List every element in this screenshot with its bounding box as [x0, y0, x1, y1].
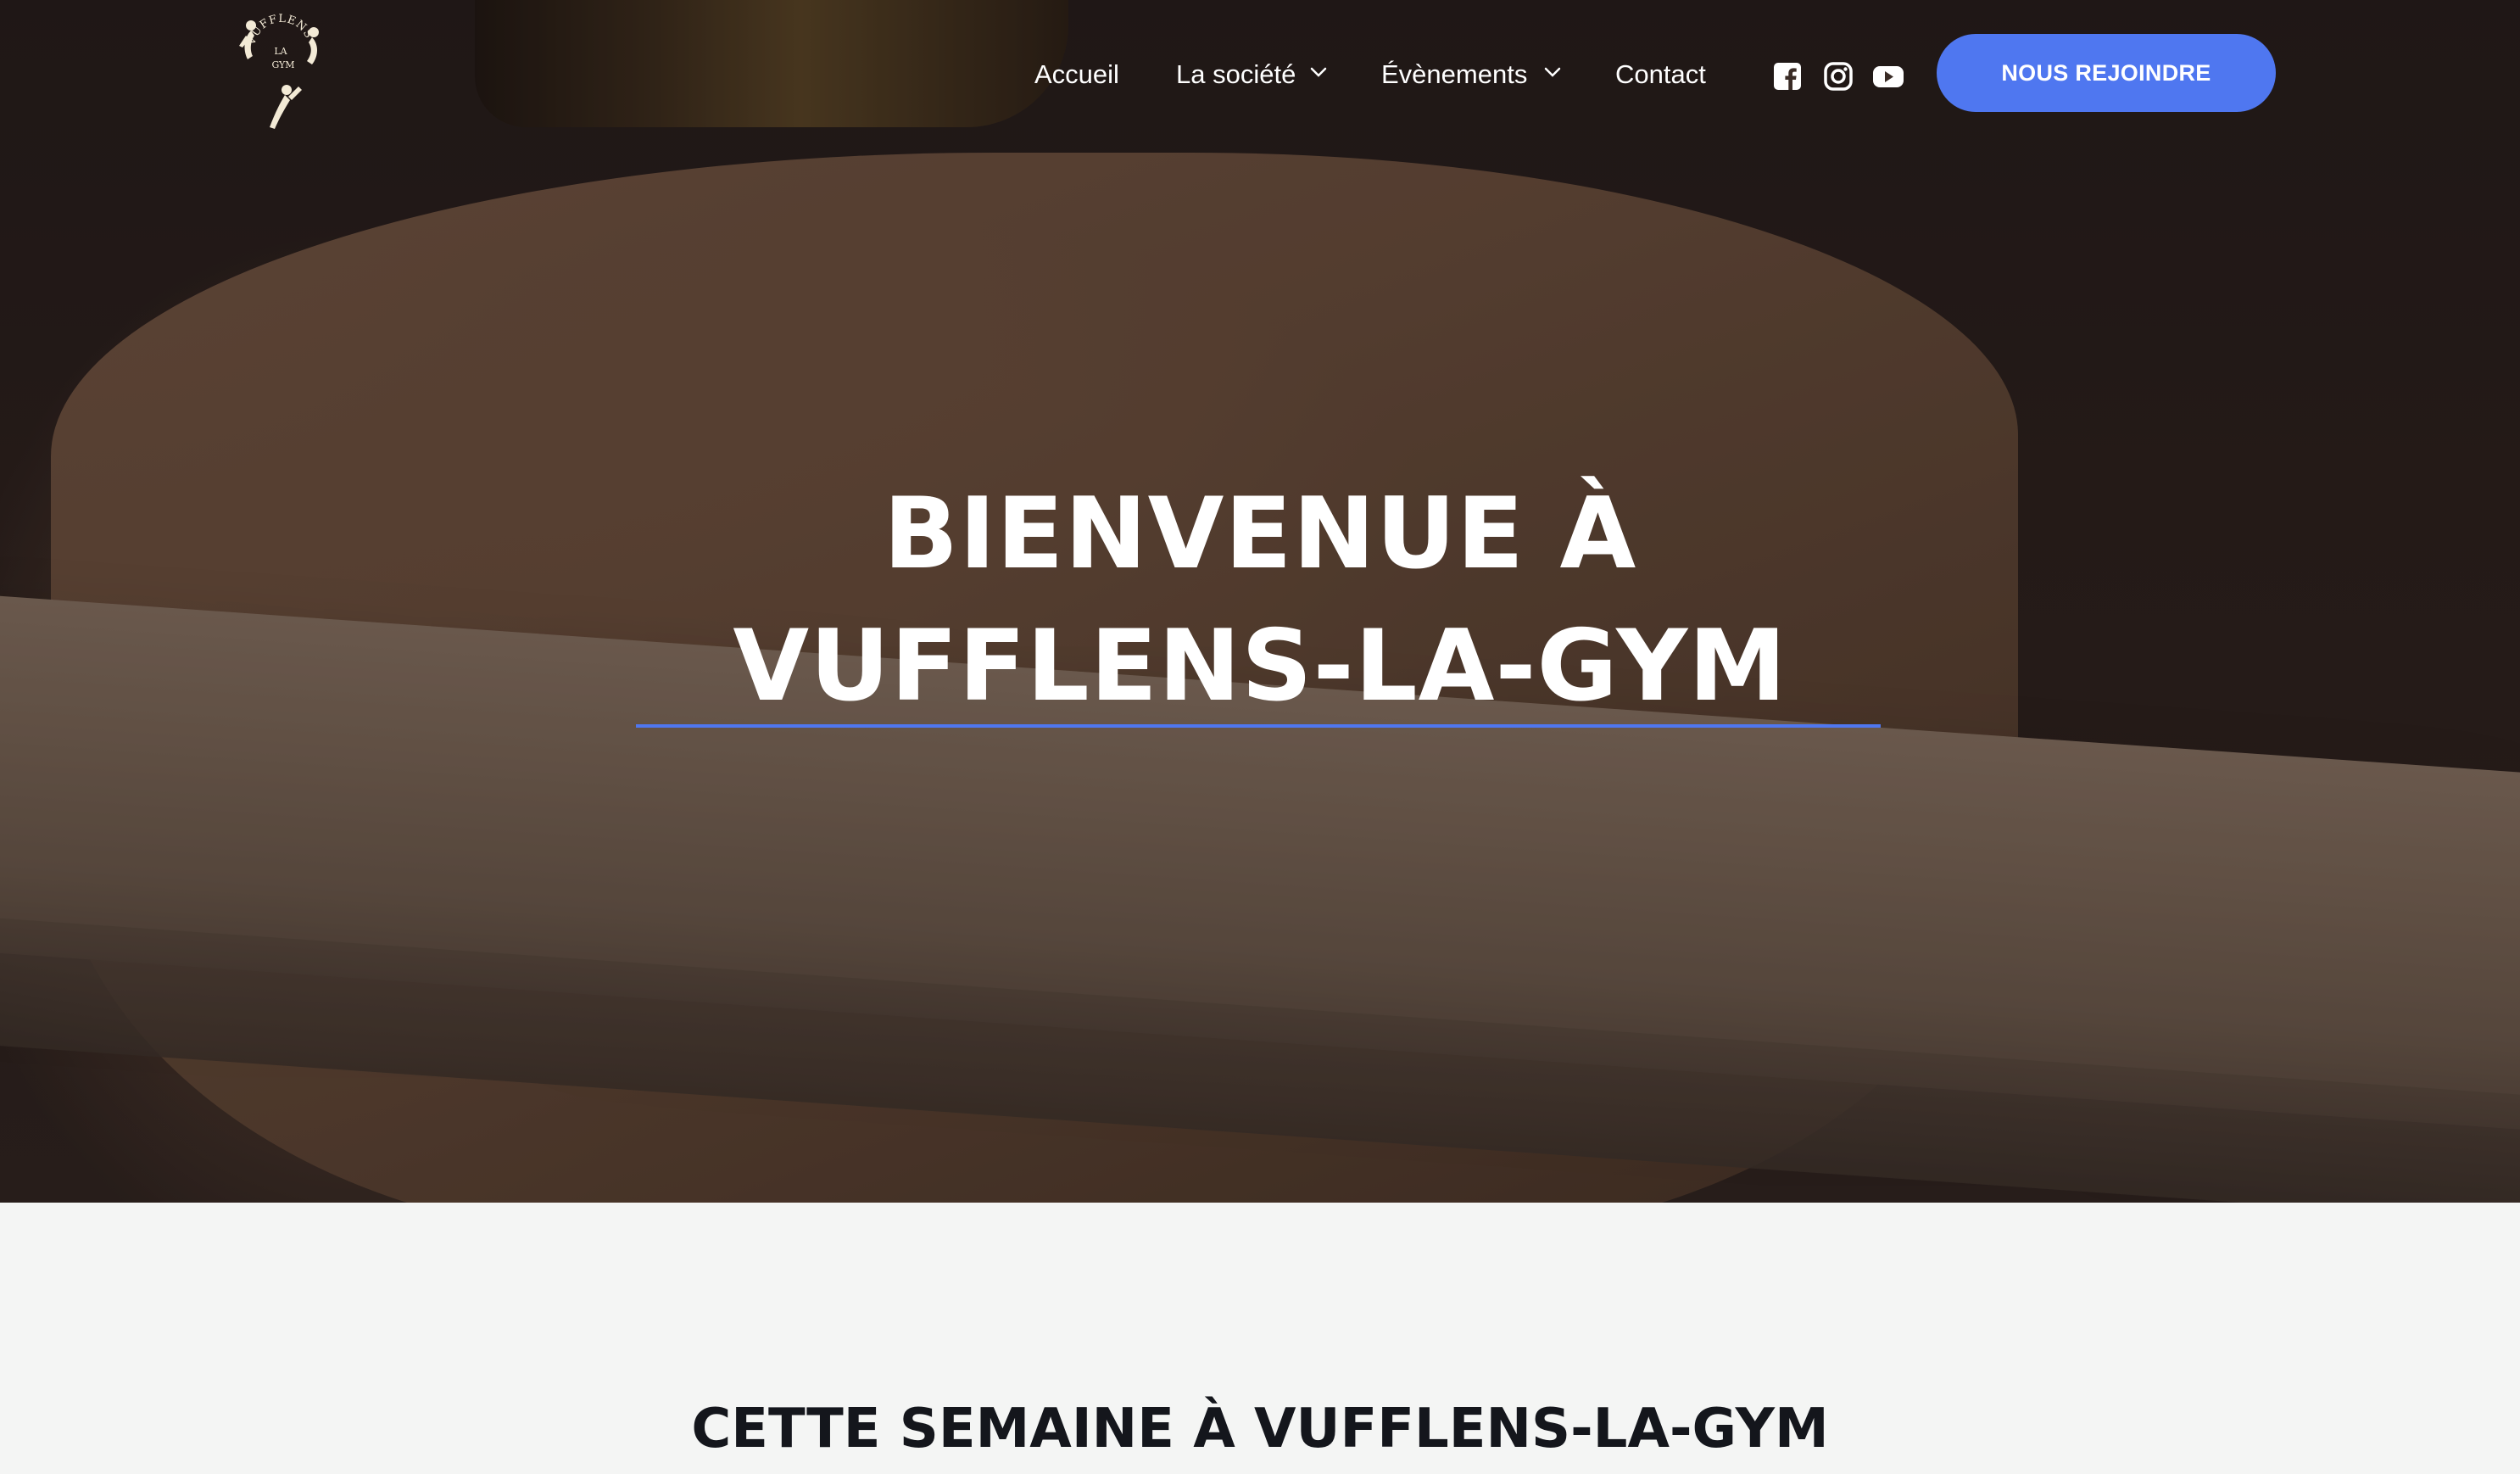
instagram-icon[interactable] [1823, 61, 1854, 92]
hero-section: VUFFLENS LA GYM Accueil La société Évène… [0, 0, 2520, 1203]
youtube-icon[interactable] [1872, 61, 1904, 92]
nav-la-societe[interactable]: La société [1176, 58, 1296, 92]
section-title: CETTE SEMAINE À VUFFLENS-LA-GYM [691, 1398, 1829, 1460]
site-logo[interactable]: VUFFLENS LA GYM [236, 12, 326, 131]
svg-text:GYM: GYM [271, 59, 294, 70]
nav-evenements[interactable]: Évènements [1381, 58, 1527, 92]
facebook-icon[interactable] [1772, 61, 1803, 92]
join-us-button[interactable]: NOUS REJOINDRE [1937, 34, 2276, 112]
nav-contact[interactable]: Contact [1615, 58, 1706, 92]
hero-title-line-1: BIENVENUE À [883, 477, 1637, 591]
nav-accueil[interactable]: Accueil [1034, 58, 1119, 92]
chevron-down-icon[interactable] [1309, 66, 1328, 78]
hero-title-line-2: VUFFLENS-LA-GYM [733, 609, 1787, 723]
hero-title-underline [636, 724, 1881, 728]
hero-title: BIENVENUE À VUFFLENS-LA-GYM [0, 468, 2520, 733]
gymnasts-logo-icon: VUFFLENS LA GYM [239, 13, 319, 129]
svg-text:LA: LA [274, 46, 287, 57]
svg-text:VUFFLENS: VUFFLENS [245, 13, 315, 47]
chevron-down-icon[interactable] [1543, 66, 1562, 78]
